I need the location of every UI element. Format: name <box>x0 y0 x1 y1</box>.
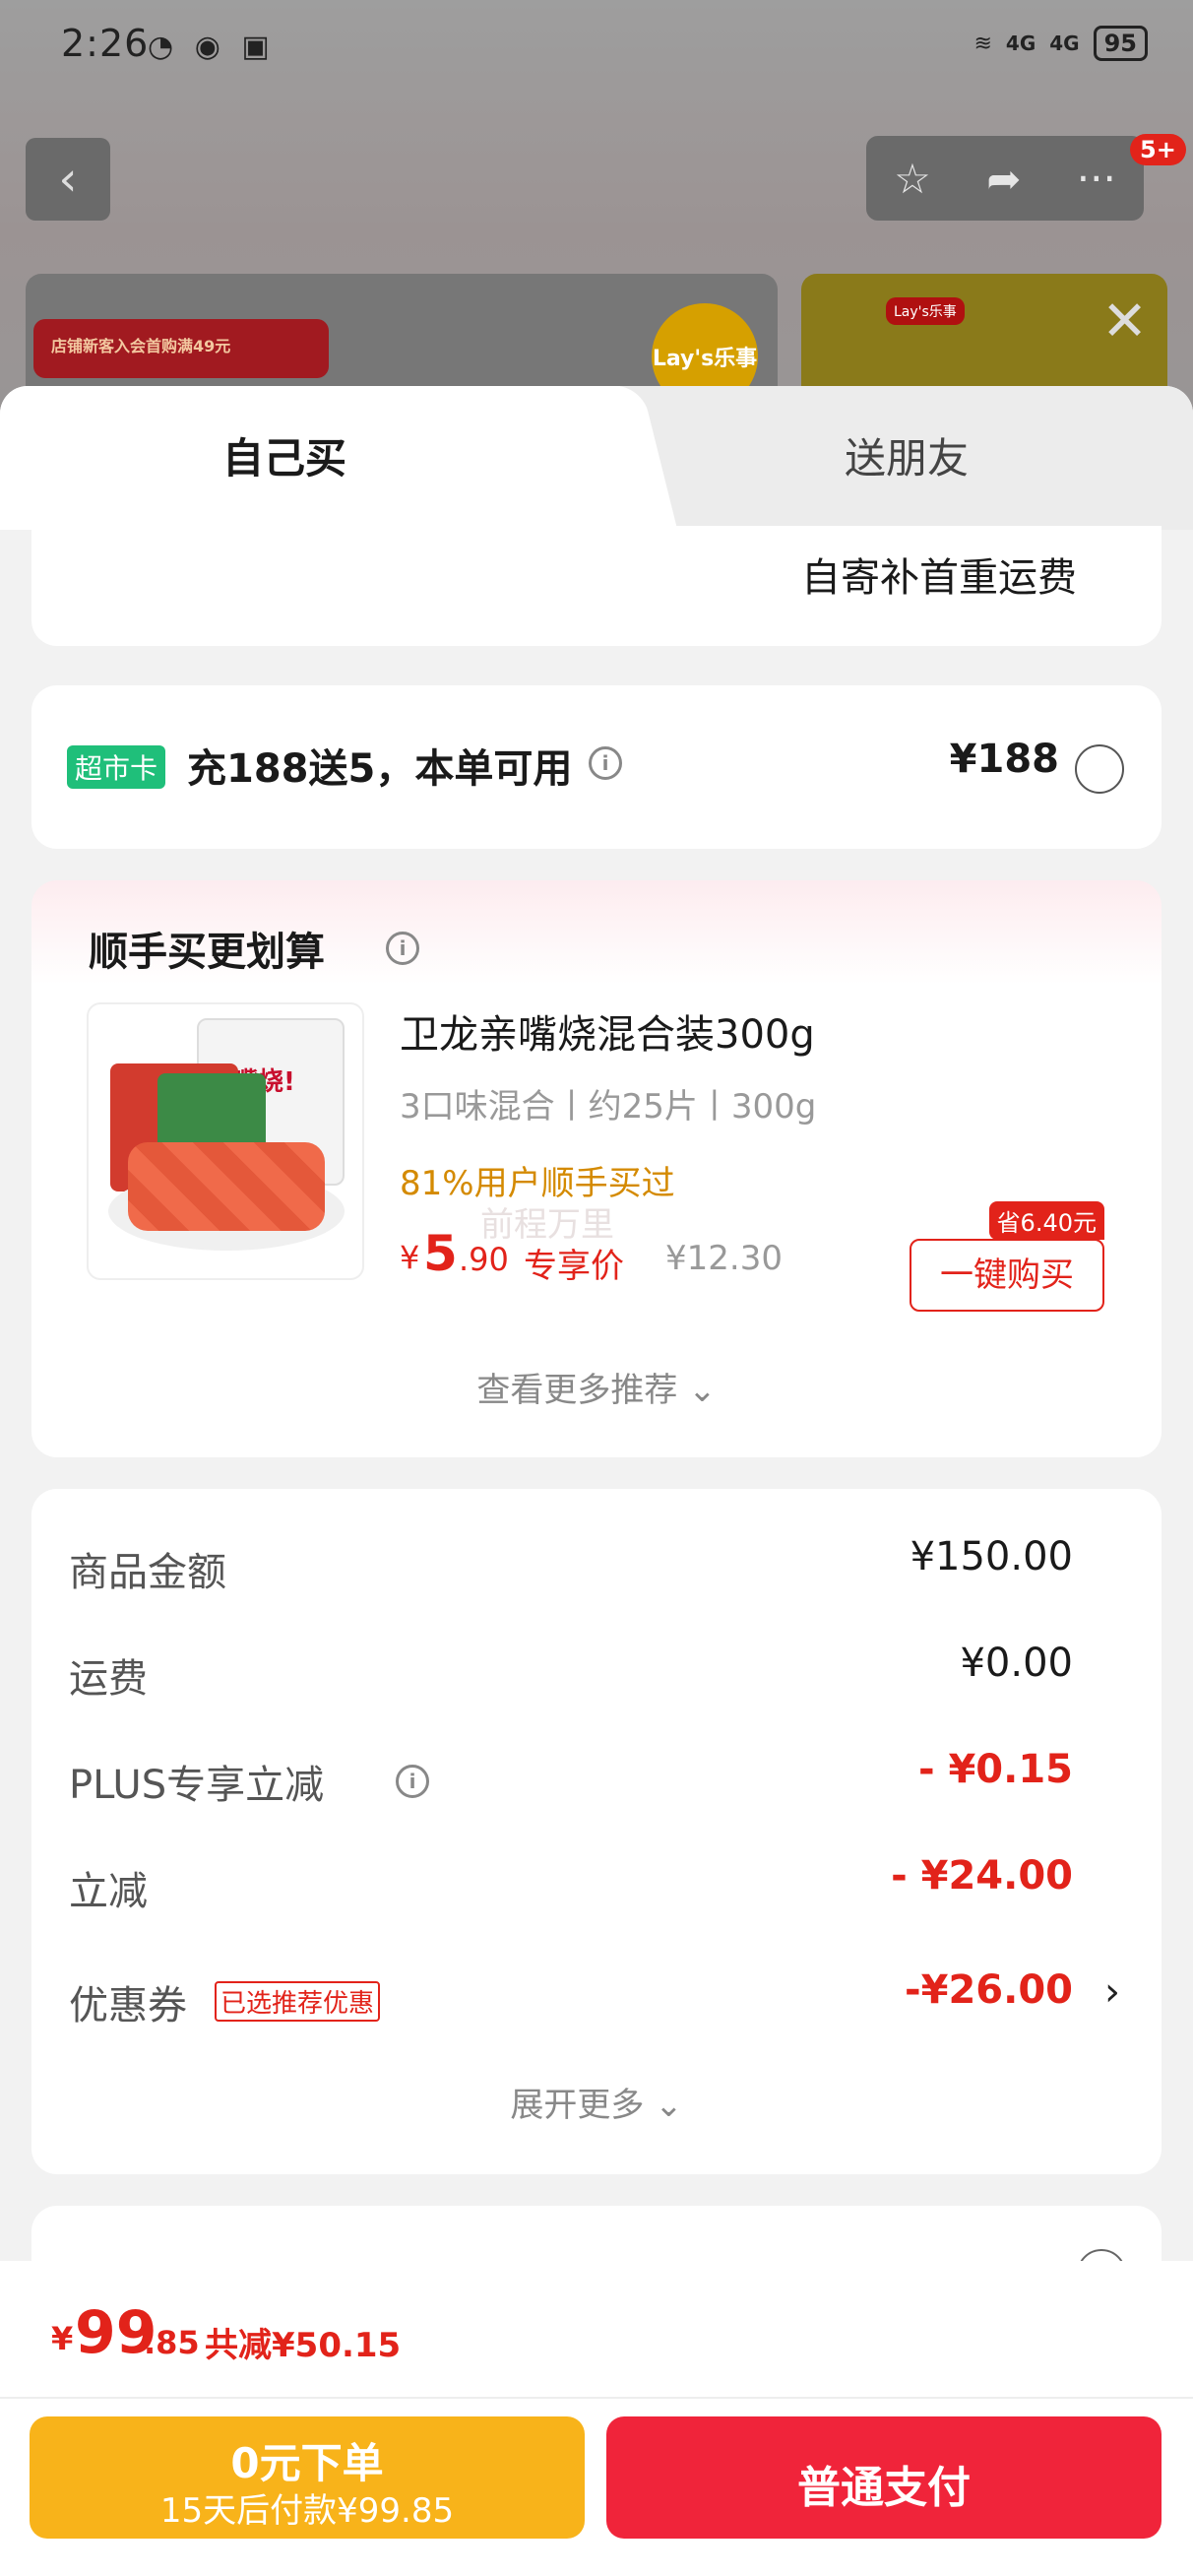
product-name[interactable]: 卫龙亲嘴烧混合装300g <box>400 1002 815 1060</box>
summary-label: PLUS专享立减 <box>69 1763 325 1808</box>
order-sheet: 送朋友 自己买 自寄补首重运费 超市卡 充188送5，本单可用 i ¥188 顺… <box>0 386 1193 2576</box>
summary-label: 运费 <box>69 1656 148 1702</box>
summary-row-shipping: 运费 ¥0.00 <box>69 1641 1124 1704</box>
checkout-bar: ¥ 99 .85 共减¥50.15 0元下单 15天后付款¥99.85 普通支付 <box>0 2261 1193 2576</box>
tab-gift-label: 送朋友 <box>845 434 970 483</box>
summary-row-plus: PLUS专享立减 i - ¥0.15 <box>69 1747 1124 1810</box>
supermarket-price: ¥188 <box>949 737 1059 782</box>
normal-pay-label: 普通支付 <box>797 2463 971 2513</box>
recommend-card: 顺手买更划算 i 亲嘴烧! 卫龙亲嘴烧混合装300g 3口味混合丨约25片丨30… <box>31 880 1162 1457</box>
price-label: 专享价 <box>524 1247 624 1286</box>
shipping-card: 自寄补首重运费 <box>31 526 1162 646</box>
more-icon[interactable]: ··· <box>1077 155 1116 203</box>
summary-value: -¥26.00 <box>905 1967 1073 2013</box>
supermarket-title: 充188送5，本单可用 <box>187 746 573 792</box>
chevron-right-icon: › <box>1104 1969 1120 2015</box>
pay-later-button[interactable]: 0元下单 15天后付款¥99.85 <box>30 2416 585 2539</box>
battery-icon: 95 <box>1093 26 1148 61</box>
normal-pay-button[interactable]: 普通支付 <box>606 2416 1162 2539</box>
tab-bar: 送朋友 自己买 <box>0 386 1193 530</box>
chevron-down-icon: ⌄ <box>655 2086 683 2125</box>
product-image[interactable]: 亲嘴烧! <box>87 1002 364 1280</box>
summary-value: ¥150.00 <box>910 1534 1073 1579</box>
signal-icon: 4G <box>1005 32 1036 55</box>
summary-value: ¥0.00 <box>960 1641 1073 1686</box>
shipping-note: 自寄补首重运费 <box>801 555 1077 601</box>
total-decimal: .85 <box>144 2324 200 2361</box>
summary-value: - ¥0.15 <box>917 1747 1073 1792</box>
tab-gift[interactable]: 送朋友 <box>600 386 1193 530</box>
product-spec: 3口味混合丨约25片丨300g <box>400 1087 817 1127</box>
recommend-heading: 顺手买更划算 <box>89 930 325 975</box>
expand-more-label: 展开更多 <box>510 2086 645 2125</box>
price-symbol: ¥ <box>400 1239 420 1276</box>
clock: 2:26 <box>61 22 150 65</box>
supermarket-tag: 超市卡 <box>67 745 166 789</box>
brand-logo-small: Lay's乐事 <box>886 297 965 325</box>
pay-later-title: 0元下单 <box>230 2439 384 2487</box>
price-integer: 5 <box>423 1225 458 1282</box>
wifi-icon: ≋ <box>973 31 992 56</box>
info-icon[interactable]: i <box>386 932 419 965</box>
summary-row-goods: 商品金额 ¥150.00 <box>69 1534 1124 1597</box>
price-decimal: .90 <box>459 1241 509 1278</box>
chevron-down-icon: ⌄ <box>688 1371 717 1410</box>
summary-label: 优惠券 <box>69 1983 187 2029</box>
supermarket-radio[interactable] <box>1075 744 1124 794</box>
total-symbol: ¥ <box>51 2320 74 2357</box>
notification-badge: 5+ <box>1130 134 1186 165</box>
supermarket-card-row[interactable]: 超市卡 充188送5，本单可用 i ¥188 <box>31 685 1162 849</box>
more-recommend-label: 查看更多推荐 <box>476 1371 678 1410</box>
star-icon[interactable]: ☆ <box>894 155 931 203</box>
close-icon[interactable]: ✕ <box>1101 290 1148 354</box>
total-saved[interactable]: 共减¥50.15 <box>205 2318 401 2366</box>
more-recommend-link[interactable]: 查看更多推荐 ⌄ <box>31 1363 1162 1411</box>
back-button[interactable]: ‹ <box>26 138 110 221</box>
expand-more-link[interactable]: 展开更多 ⌄ <box>31 2078 1162 2126</box>
summary-label: 立减 <box>69 1869 148 1914</box>
summary-value: - ¥24.00 <box>891 1853 1073 1899</box>
summary-row-discount: 立减 - ¥24.00 <box>69 1853 1124 1916</box>
nav-actions: ☆ ➦ ··· <box>866 136 1144 221</box>
total-area: ¥ 99 .85 共减¥50.15 <box>0 2261 1193 2399</box>
price-summary-card: 商品金额 ¥150.00 运费 ¥0.00 PLUS专享立减 i - ¥0.15… <box>31 1489 1162 2174</box>
coupon-tag: 已选推荐优惠 <box>215 1981 381 2022</box>
summary-label: 商品金额 <box>69 1550 226 1595</box>
tab-self-buy[interactable]: 自己买 <box>0 386 620 530</box>
info-icon[interactable]: i <box>396 1765 429 1798</box>
chevron-left-icon: ‹ <box>58 152 78 207</box>
pay-later-sub: 15天后付款¥99.85 <box>159 2491 455 2531</box>
save-badge: 省6.40元 <box>988 1201 1104 1240</box>
quick-buy-button[interactable]: 一键购买 <box>910 1239 1104 1312</box>
info-icon[interactable]: i <box>589 746 622 780</box>
original-price: ¥12.30 <box>665 1239 783 1278</box>
status-icons: ◔ ◉ ▣ <box>148 30 276 64</box>
promo-pill: 店铺新客入会首购满49元 <box>33 319 329 378</box>
summary-row-coupon[interactable]: 优惠券 已选推荐优惠 -¥26.00 › <box>69 1967 1124 2030</box>
tab-self-buy-label: 自己买 <box>222 434 347 483</box>
status-bar: 2:26 ◔ ◉ ▣ ≋ 4G 4G 95 <box>0 0 1193 98</box>
product-snack <box>128 1142 325 1231</box>
share-icon[interactable]: ➦ <box>986 155 1021 203</box>
signal-icon-2: 4G <box>1049 32 1080 55</box>
